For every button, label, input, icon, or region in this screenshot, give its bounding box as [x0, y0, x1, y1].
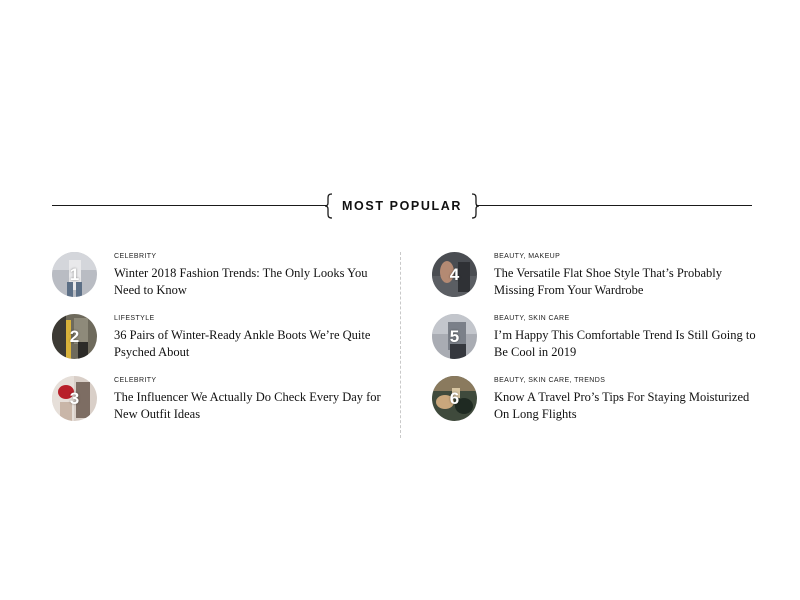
article-item-3[interactable]: 3 CELEBRITY The Influencer We Actually D…	[52, 376, 382, 438]
left-brace-ornament	[324, 193, 334, 219]
article-item-5[interactable]: 5 BEAUTY, SKIN CARE I’m Happy This Comfo…	[432, 314, 762, 376]
article-category[interactable]: BEAUTY, MAKEUP	[494, 252, 764, 262]
article-item-4[interactable]: 4 BEAUTY, MAKEUP The Versatile Flat Shoe…	[432, 252, 762, 314]
article-title[interactable]: The Influencer We Actually Do Check Ever…	[114, 389, 384, 423]
popular-column-left: 1 CELEBRITY Winter 2018 Fashion Trends: …	[52, 252, 382, 438]
most-popular-header: MOST POPULAR	[52, 193, 752, 219]
rank-number: 1	[69, 265, 80, 284]
article-category[interactable]: BEAUTY, SKIN CARE, TRENDS	[494, 376, 764, 386]
article-thumbnail[interactable]: 2	[52, 314, 97, 359]
article-title[interactable]: The Versatile Flat Shoe Style That’s Pro…	[494, 265, 764, 299]
rank-number: 6	[449, 389, 460, 408]
article-item-2[interactable]: 2 LIFESTYLE 36 Pairs of Winter-Ready Ank…	[52, 314, 382, 376]
article-title[interactable]: I’m Happy This Comfortable Trend Is Stil…	[494, 327, 764, 361]
article-thumbnail[interactable]: 4	[432, 252, 477, 297]
article-category[interactable]: BEAUTY, SKIN CARE	[494, 314, 764, 324]
article-category[interactable]: CELEBRITY	[114, 252, 384, 262]
column-divider	[400, 252, 401, 438]
rank-number: 4	[449, 265, 460, 284]
article-title[interactable]: Know A Travel Pro’s Tips For Staying Moi…	[494, 389, 764, 423]
article-thumbnail[interactable]: 3	[52, 376, 97, 421]
article-category[interactable]: CELEBRITY	[114, 376, 384, 386]
article-title[interactable]: 36 Pairs of Winter-Ready Ankle Boots We’…	[114, 327, 384, 361]
header-rule-left	[52, 205, 327, 206]
header-rule-right	[476, 205, 752, 206]
article-thumbnail[interactable]: 6	[432, 376, 477, 421]
article-title[interactable]: Winter 2018 Fashion Trends: The Only Loo…	[114, 265, 384, 299]
article-thumbnail[interactable]: 5	[432, 314, 477, 359]
article-item-1[interactable]: 1 CELEBRITY Winter 2018 Fashion Trends: …	[52, 252, 382, 314]
rank-number: 5	[449, 327, 460, 346]
article-thumbnail[interactable]: 1	[52, 252, 97, 297]
section-title: MOST POPULAR	[342, 199, 462, 213]
article-category[interactable]: LIFESTYLE	[114, 314, 384, 324]
article-item-6[interactable]: 6 BEAUTY, SKIN CARE, TRENDS Know A Trave…	[432, 376, 762, 438]
right-brace-ornament	[470, 193, 480, 219]
rank-number: 2	[69, 327, 80, 346]
rank-number: 3	[69, 389, 80, 408]
popular-column-right: 4 BEAUTY, MAKEUP The Versatile Flat Shoe…	[432, 252, 762, 438]
